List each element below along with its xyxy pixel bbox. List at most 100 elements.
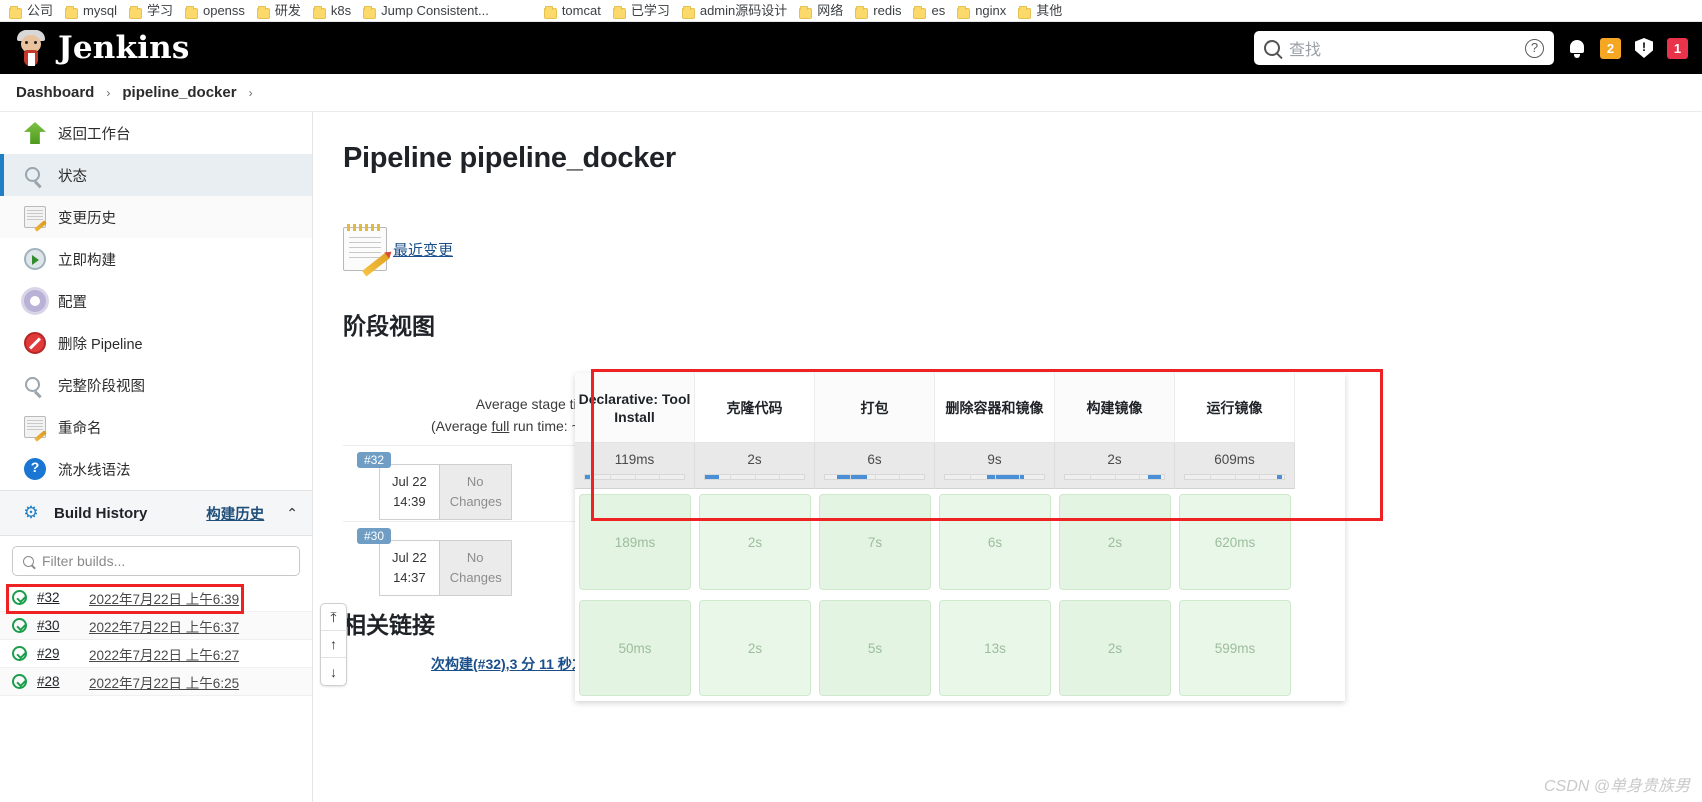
scroll-up-button[interactable]: ↑ bbox=[321, 631, 346, 658]
sidebar-item-pipeline-syntax[interactable]: 流水线语法 bbox=[0, 448, 312, 490]
build-number-link[interactable]: #28 bbox=[37, 674, 79, 689]
sidebar-item-build-now[interactable]: 立即构建 bbox=[0, 238, 312, 280]
chevron-up-icon[interactable]: ⌃ bbox=[286, 505, 298, 522]
bookmark-item[interactable]: 网络 bbox=[796, 4, 852, 20]
stage-duration-cell[interactable]: 6s bbox=[939, 494, 1051, 590]
stage-duration-cell[interactable]: 2s bbox=[699, 494, 811, 590]
sidebar-item-delete-pipeline[interactable]: 删除 Pipeline bbox=[0, 322, 312, 364]
notification-count-badge[interactable]: 2 bbox=[1600, 37, 1621, 59]
duration-meter bbox=[944, 474, 1045, 480]
stage-column-header[interactable]: 构建镜像 bbox=[1055, 373, 1175, 443]
folder-icon bbox=[256, 6, 270, 19]
bookmark-item[interactable]: 已学习 bbox=[610, 3, 679, 20]
browser-bookmarks-bar[interactable]: 公司 mysql 学习 openss 研发 k8s Jump Consisten… bbox=[0, 0, 1702, 22]
recent-changes[interactable]: 最近变更 bbox=[343, 224, 1702, 277]
bookmark-item[interactable]: 其他 bbox=[1015, 4, 1071, 20]
build-date-link[interactable]: 2022年7月22日 上午6:27 bbox=[89, 644, 239, 664]
run-changes[interactable]: No Changes bbox=[439, 463, 512, 520]
recent-changes-link[interactable]: 最近变更 bbox=[393, 239, 453, 260]
duration-meter bbox=[824, 474, 925, 480]
bookmark-item[interactable]: tomcat bbox=[498, 4, 610, 20]
search-input[interactable]: 查找 bbox=[1289, 36, 1516, 60]
stage-column-header[interactable]: 打包 bbox=[815, 373, 935, 443]
success-status-icon bbox=[12, 674, 27, 689]
build-number-badge[interactable]: #30 bbox=[357, 528, 392, 544]
build-date-link[interactable]: 2022年7月22日 上午6:39 bbox=[89, 588, 239, 608]
stage-column-header[interactable]: 克隆代码 bbox=[695, 373, 815, 443]
bookmark-item[interactable]: mysql bbox=[62, 4, 126, 20]
stage-column-header[interactable]: Declarative: Tool Install bbox=[575, 373, 695, 443]
folder-icon bbox=[363, 6, 377, 19]
stage-duration-cell[interactable]: 50ms bbox=[579, 600, 691, 696]
stage-average-cell: 2s bbox=[695, 443, 815, 489]
watermark: CSDN @单身贵族男 bbox=[1543, 778, 1690, 795]
build-history-row[interactable]: #28 2022年7月22日 上午6:25 bbox=[0, 668, 312, 696]
sidebar-item-configure[interactable]: 配置 bbox=[0, 280, 312, 322]
bookmark-item[interactable]: es bbox=[910, 4, 954, 20]
scroll-to-top-button[interactable]: ⤒ bbox=[321, 604, 346, 631]
build-date-link[interactable]: 2022年7月22日 上午6:37 bbox=[89, 616, 239, 636]
bookmark-item[interactable]: Jump Consistent... bbox=[360, 4, 498, 20]
bookmark-label: openss bbox=[202, 3, 245, 18]
bookmark-item[interactable]: 公司 bbox=[6, 4, 62, 20]
sidebar-item-label: 配置 bbox=[58, 294, 87, 311]
stage-duration-cell[interactable]: 599ms bbox=[1179, 600, 1291, 696]
build-number-badge[interactable]: #32 bbox=[357, 452, 392, 468]
stage-duration-cell[interactable]: 2s bbox=[699, 600, 811, 696]
stage-duration-cell[interactable]: 189ms bbox=[579, 494, 691, 590]
bookmark-item[interactable]: nginx bbox=[954, 4, 1015, 20]
notification-bell-icon[interactable] bbox=[1568, 39, 1586, 58]
security-count-badge[interactable]: 1 bbox=[1667, 37, 1688, 59]
scroll-down-button[interactable]: ↓ bbox=[321, 658, 346, 685]
bookmark-item[interactable]: k8s bbox=[310, 4, 360, 20]
build-number-link[interactable]: #32 bbox=[37, 590, 79, 605]
folder-icon bbox=[855, 6, 869, 19]
filter-builds-input[interactable]: Filter builds... bbox=[12, 546, 300, 576]
stage-column-header[interactable]: 删除容器和镜像 bbox=[935, 373, 1055, 443]
bookmark-label: 已学习 bbox=[630, 3, 670, 18]
forbidden-icon bbox=[24, 332, 46, 354]
sidebar-item-status[interactable]: 状态 bbox=[0, 154, 312, 196]
folder-icon bbox=[957, 6, 971, 19]
build-date-link[interactable]: 2022年7月22日 上午6:25 bbox=[89, 672, 239, 692]
build-history-row[interactable]: #29 2022年7月22日 上午6:27 bbox=[0, 640, 312, 668]
build-history-header[interactable]: ⚙ Build History 构建历史 ⌃ bbox=[0, 490, 312, 536]
stage-duration-cell[interactable]: 620ms bbox=[1179, 494, 1291, 590]
security-shield-icon[interactable] bbox=[1635, 38, 1653, 58]
note-pencil-icon bbox=[24, 206, 46, 228]
stage-average-row: 119ms 2s 6s 9s 2s 609ms bbox=[575, 443, 1345, 489]
stage-duration-cell[interactable]: 13s bbox=[939, 600, 1051, 696]
stage-column-header[interactable]: 运行镜像 bbox=[1175, 373, 1295, 443]
sidebar-item-rename[interactable]: 重命名 bbox=[0, 406, 312, 448]
sidebar-item-changes[interactable]: 变更历史 bbox=[0, 196, 312, 238]
sidebar-item-full-stage-view[interactable]: 完整阶段视图 bbox=[0, 364, 312, 406]
scroll-nav-widget[interactable]: ⤒ ↑ ↓ bbox=[320, 603, 347, 686]
bookmark-item[interactable]: 学习 bbox=[126, 4, 182, 20]
search-icon bbox=[23, 555, 34, 567]
bookmark-item[interactable]: openss bbox=[182, 3, 254, 20]
sidebar-item-back-to-dashboard[interactable]: 返回工作台 bbox=[0, 112, 312, 154]
run-changes[interactable]: No Changes bbox=[439, 539, 512, 596]
stage-build-row: 50ms 2s 5s 13s 2s 599ms bbox=[575, 595, 1345, 701]
jenkins-logo-link[interactable]: Jenkins bbox=[14, 30, 190, 66]
search-box[interactable]: 查找 ? bbox=[1254, 31, 1554, 65]
folder-icon bbox=[612, 6, 626, 19]
build-history-row[interactable]: #30 2022年7月22日 上午6:37 bbox=[0, 612, 312, 640]
build-number-link[interactable]: #30 bbox=[37, 618, 79, 633]
stage-duration-cell[interactable]: 2s bbox=[1059, 494, 1171, 590]
build-number-link[interactable]: #29 bbox=[37, 646, 79, 661]
build-history-row[interactable]: #32 2022年7月22日 上午6:39 bbox=[0, 584, 312, 612]
bookmark-item[interactable]: 研发 bbox=[254, 4, 310, 20]
breadcrumb-item-pipeline-docker[interactable]: pipeline_docker bbox=[122, 84, 236, 101]
help-icon[interactable]: ? bbox=[1525, 38, 1544, 58]
bookmark-label: redis bbox=[873, 3, 902, 18]
breadcrumb-item-dashboard[interactable]: Dashboard bbox=[16, 84, 94, 101]
stage-duration-cell[interactable]: 5s bbox=[819, 600, 931, 696]
stage-duration-cell[interactable]: 7s bbox=[819, 494, 931, 590]
bookmark-item[interactable]: admin源码设计 bbox=[679, 4, 796, 20]
bookmark-item[interactable]: redis bbox=[852, 3, 910, 20]
build-history-link[interactable]: 构建历史 bbox=[206, 503, 264, 524]
stage-duration-cell[interactable]: 2s bbox=[1059, 600, 1171, 696]
sidebar-item-label: 删除 Pipeline bbox=[58, 336, 143, 353]
run-date: Jul 22 14:37 bbox=[379, 539, 440, 596]
